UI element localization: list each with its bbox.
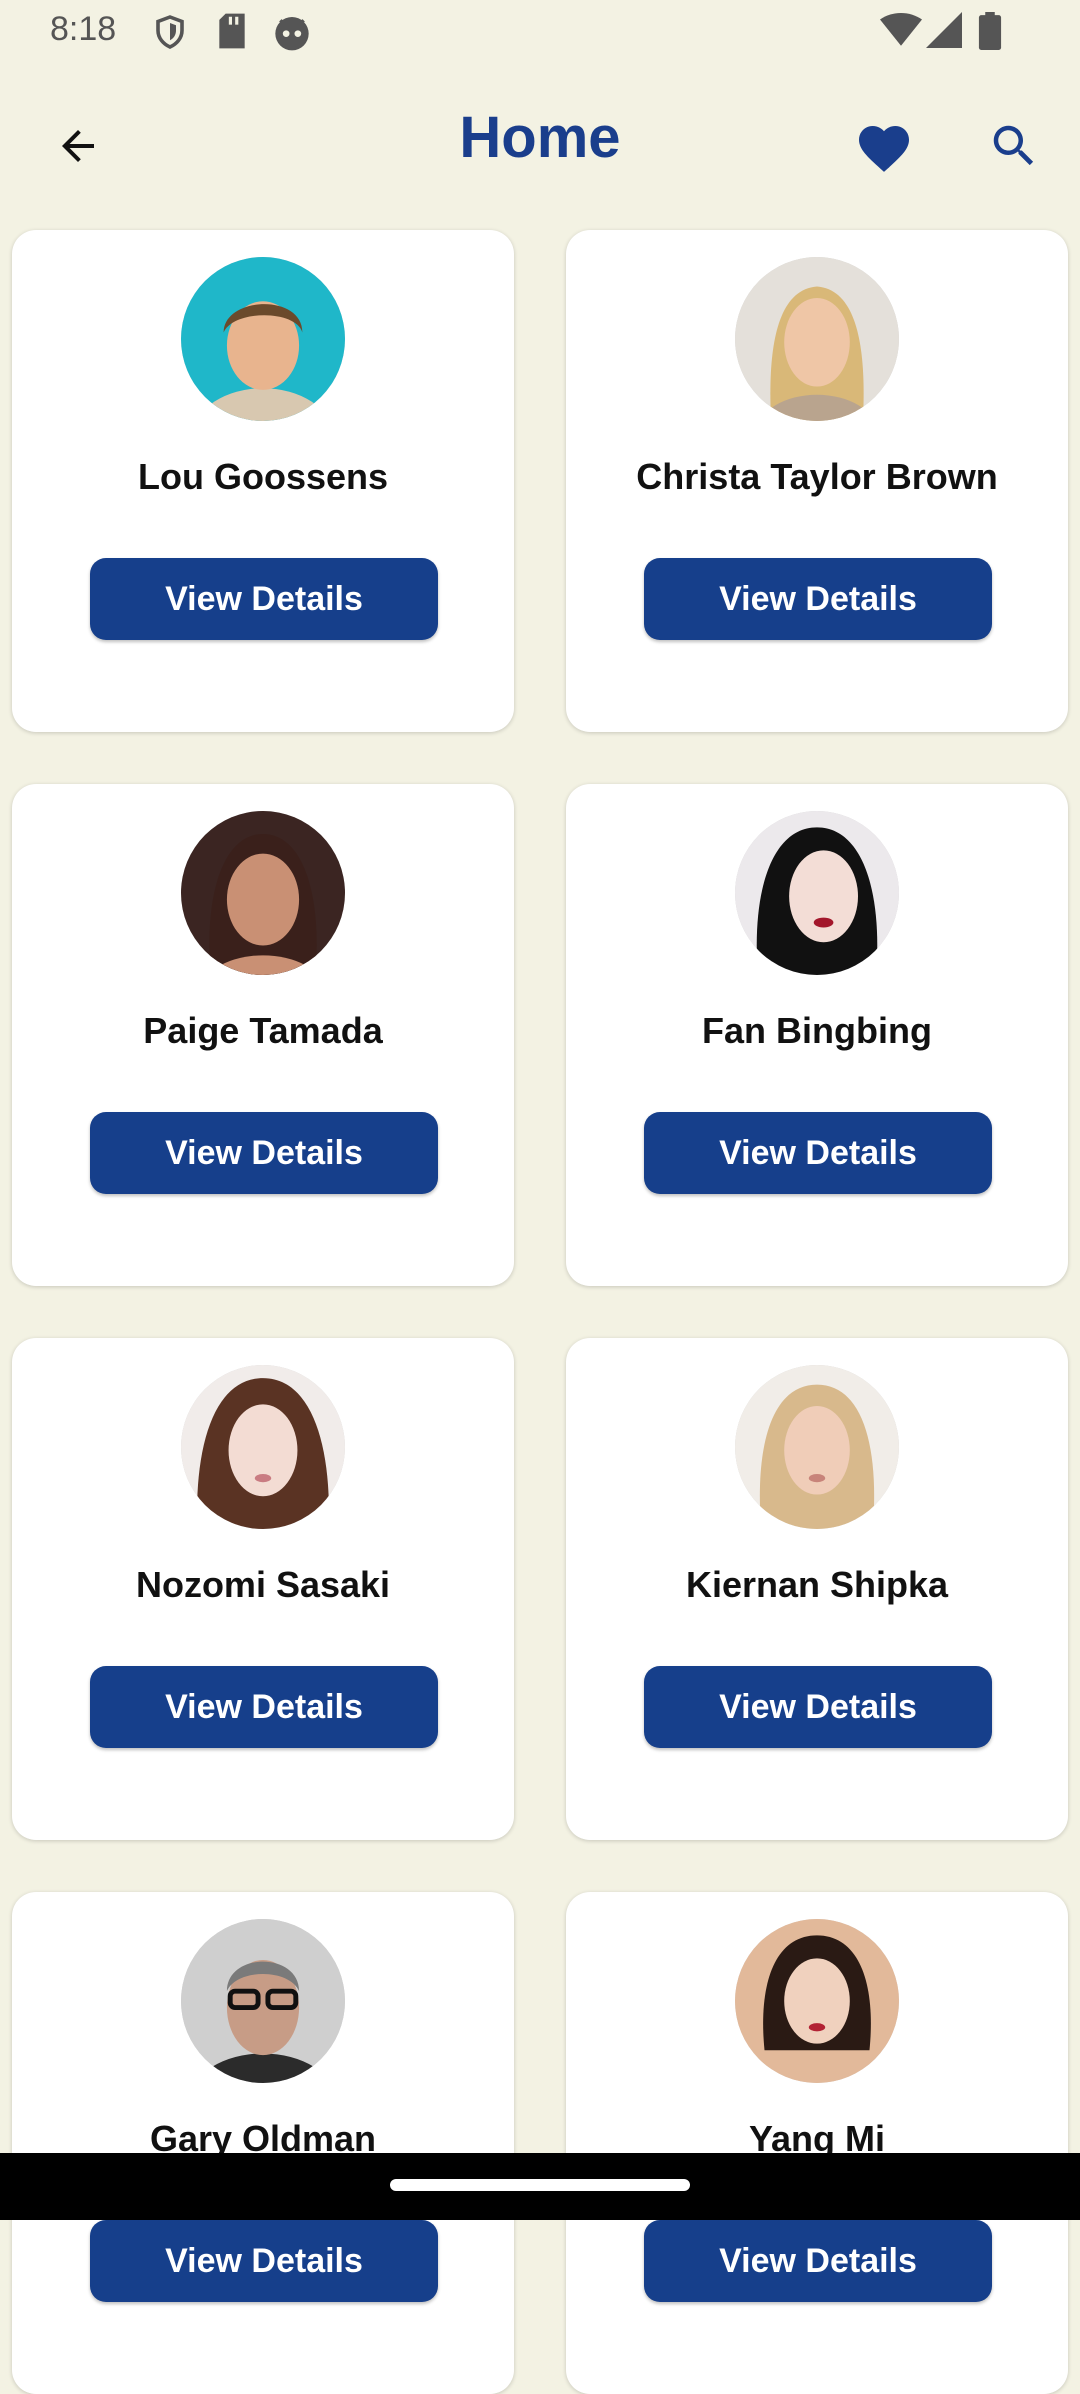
signal-icon (926, 12, 962, 53)
view-details-button[interactable]: View Details (644, 1112, 992, 1194)
heart-icon (854, 118, 914, 179)
celebrity-card[interactable]: Lou Goossens View Details (12, 230, 514, 732)
view-details-button[interactable]: View Details (644, 2220, 992, 2302)
app-bar: Home (0, 64, 1080, 224)
celebrity-card[interactable]: Kiernan Shipka View Details (566, 1338, 1068, 1840)
favorites-button[interactable] (844, 108, 924, 188)
view-details-button[interactable]: View Details (644, 1666, 992, 1748)
view-details-button[interactable]: View Details (90, 1666, 438, 1748)
search-icon (987, 119, 1041, 178)
avatar (181, 257, 345, 421)
avatar (735, 1365, 899, 1529)
view-details-button[interactable]: View Details (644, 558, 992, 640)
view-details-button[interactable]: View Details (90, 558, 438, 640)
sd-card-icon (216, 12, 248, 55)
celebrity-card[interactable]: Nozomi Sasaki View Details (12, 1338, 514, 1840)
avatar (735, 811, 899, 975)
search-button[interactable] (974, 108, 1054, 188)
status-time: 8:18 (50, 10, 117, 48)
avatar (735, 257, 899, 421)
card-name: Lou Goossens (137, 456, 389, 497)
card-name: Fan Bingbing (702, 1010, 932, 1051)
android-head-icon (272, 12, 312, 57)
shield-icon (152, 12, 188, 57)
celebrity-card[interactable]: Christa Taylor Brown View Details (566, 230, 1068, 732)
wifi-icon (880, 12, 922, 53)
card-name: Paige Tamada (143, 1010, 383, 1051)
celebrity-card[interactable]: Fan Bingbing View Details (566, 784, 1068, 1286)
card-name: Kiernan Shipka (685, 1564, 949, 1605)
card-name: Nozomi Sasaki (135, 1564, 391, 1605)
system-nav-bar (0, 2153, 1080, 2220)
card-name: Christa Taylor Brown (636, 456, 998, 497)
status-bar: 8:18 (0, 0, 1080, 64)
home-gesture-handle[interactable] (390, 2179, 690, 2191)
celebrity-card[interactable]: Paige Tamada View Details (12, 784, 514, 1286)
view-details-button[interactable]: View Details (90, 2220, 438, 2302)
battery-icon (978, 12, 1002, 55)
avatar (181, 811, 345, 975)
avatar (735, 1919, 899, 2083)
avatar (181, 1365, 345, 1529)
avatar (181, 1919, 345, 2083)
view-details-button[interactable]: View Details (90, 1112, 438, 1194)
celebrity-card[interactable]: Gary Oldman View Details (12, 1892, 514, 2394)
celebrity-card[interactable]: Yang Mi View Details (566, 1892, 1068, 2394)
